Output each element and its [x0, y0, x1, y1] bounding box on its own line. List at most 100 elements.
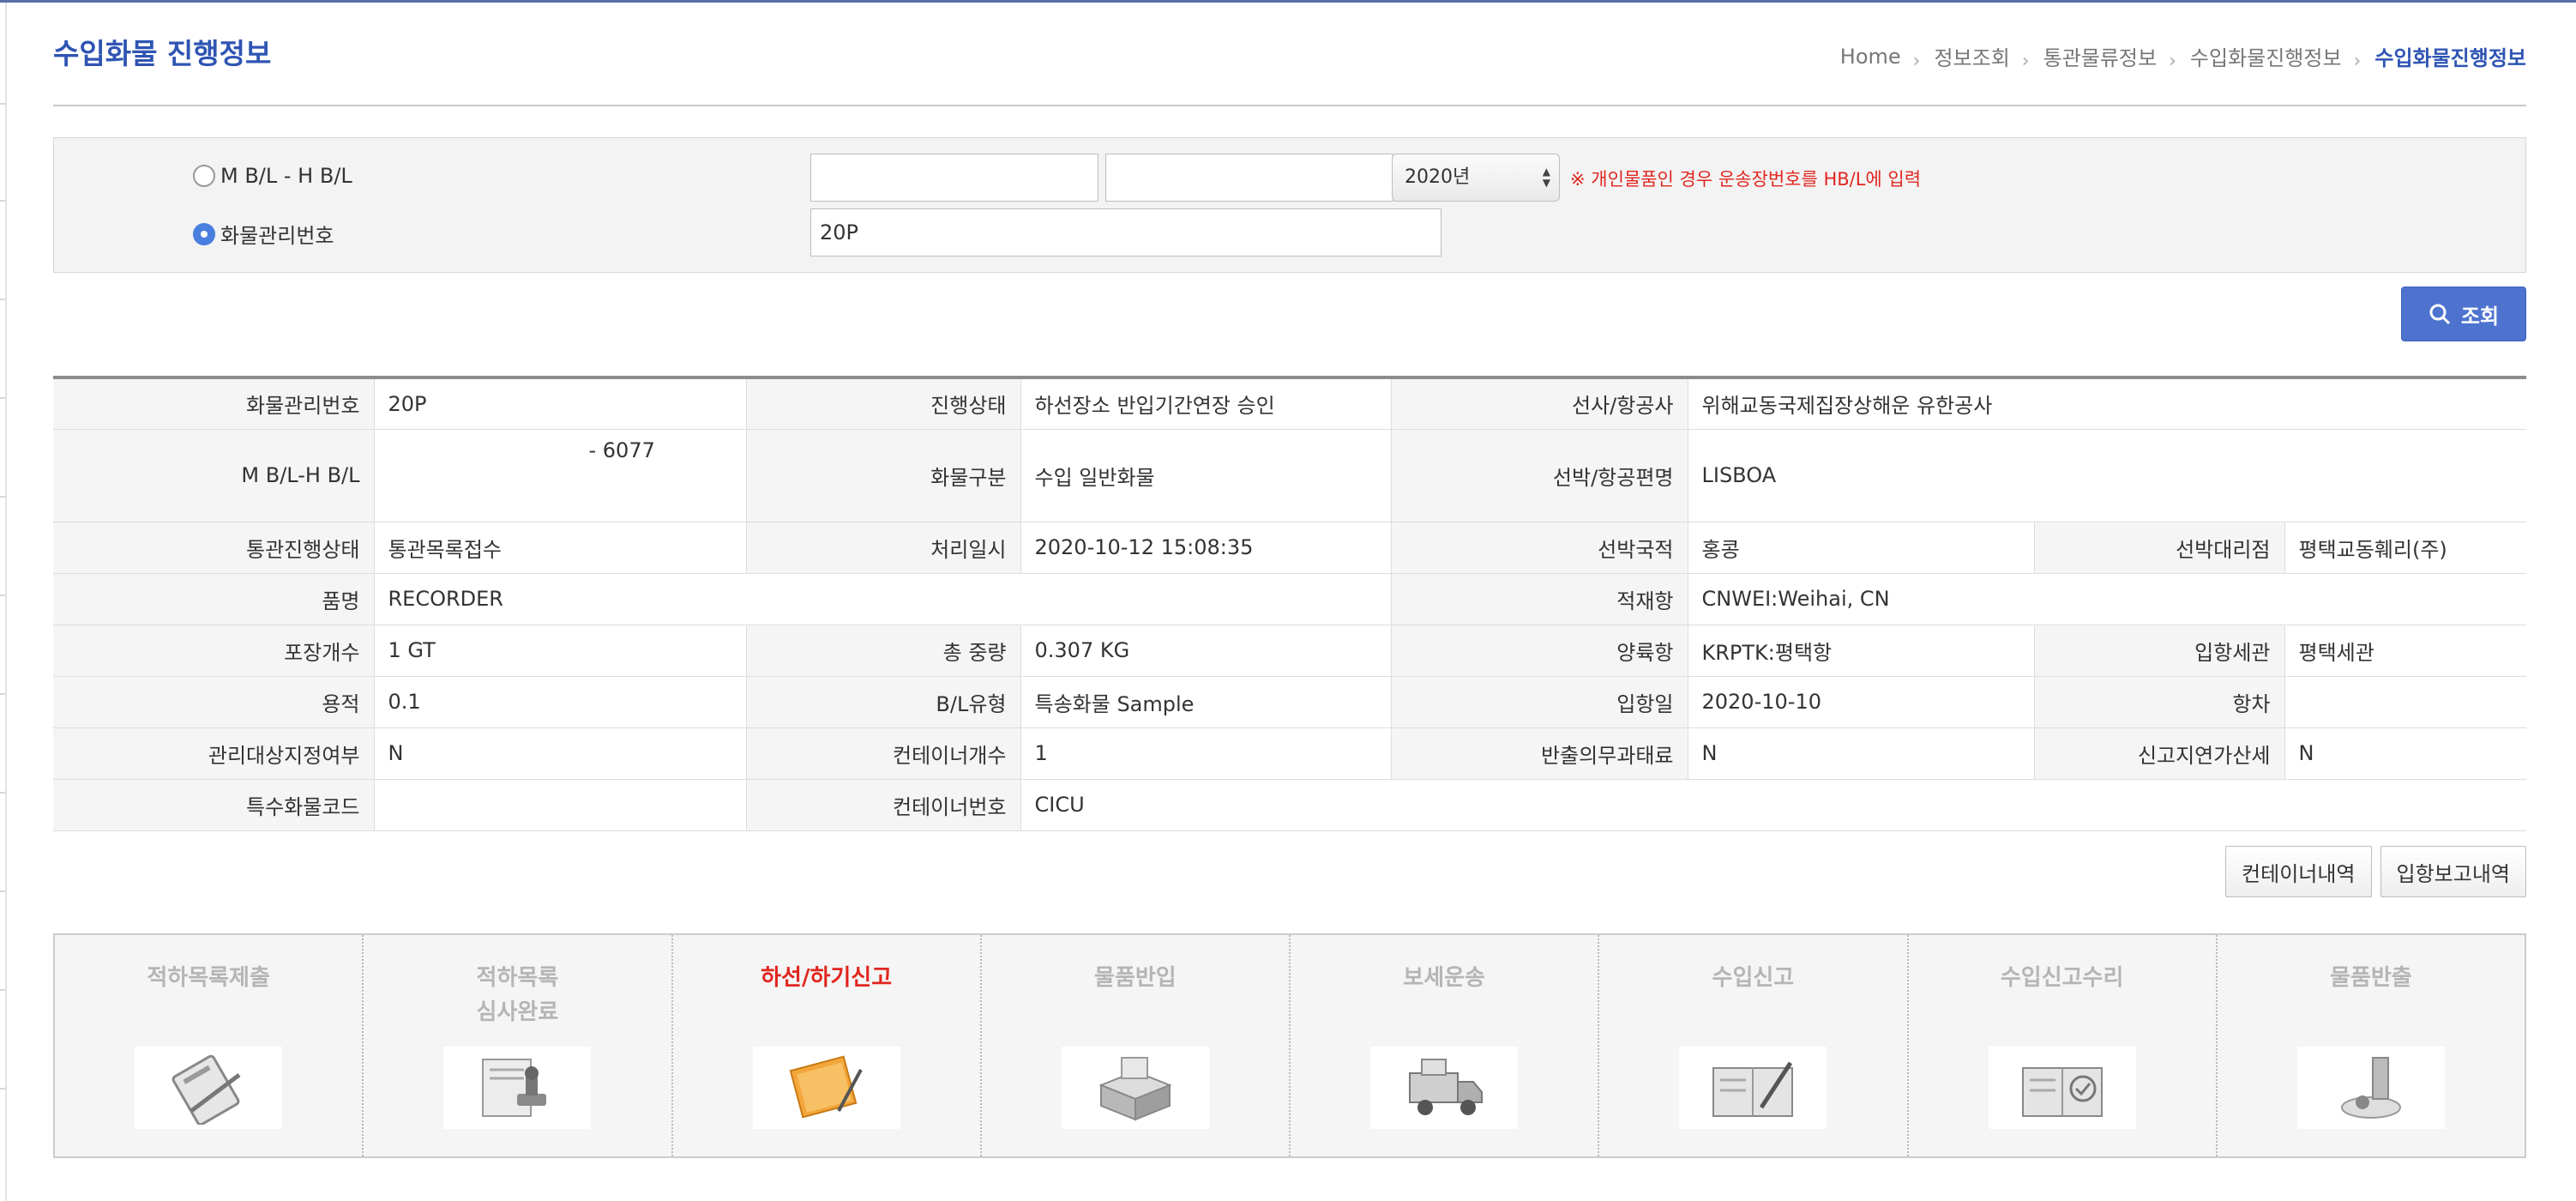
late-tax-label: 신고지연가산세 — [2034, 727, 2285, 780]
radio-mbl-label: M B/L - H B/L — [220, 164, 352, 188]
document-approve-icon — [1988, 1047, 2136, 1129]
step-label: 수입신고 — [1712, 965, 1795, 991]
status-value: 하선장소 반입기간연장 승인 — [1020, 377, 1392, 430]
hbl-input[interactable] — [1105, 154, 1393, 202]
table-row: 특수화물코드 컨테이너번호 CICU — [53, 779, 2527, 831]
step-goods-import: 물품반입 — [982, 935, 1291, 1156]
customs-status-label: 통관진행상태 — [53, 522, 375, 574]
vessel-country-label: 선박국적 — [1391, 522, 1688, 574]
chevron-right-icon: › — [2353, 51, 2362, 72]
table-row: M B/L-H B/L - 6077 화물구분 수입 일반화물 선박/항공편명 … — [53, 429, 2527, 522]
table-row: 통관진행상태 통관목록접수 처리일시 2020-10-12 15:08:35 선… — [53, 522, 2527, 574]
table-row: 품명 RECORDER 적재항 CNWEI:Weihai, CN — [53, 573, 2527, 625]
table-row: 용적 0.1 B/L유형 특송화물 Sample 입항일 2020-10-10 … — [53, 676, 2527, 728]
breadcrumb: Home › 정보조회 › 통관물류정보 › 수입화물진행정보 › 수입화물진행… — [1840, 41, 2526, 73]
vessel-label: 선박/항공편명 — [1391, 429, 1688, 522]
release-icon — [2296, 1047, 2445, 1129]
unloading-port-value: KRPTK:평택항 — [1688, 625, 2035, 677]
step-label: 물품반출 — [2330, 965, 2412, 991]
search-button[interactable]: 조회 — [2401, 287, 2526, 341]
step-manifest-review: 적하목록 심사완료 — [364, 935, 673, 1156]
voyage-label: 항차 — [2034, 676, 2285, 728]
step-label: 하선/하기신고 — [761, 965, 893, 991]
radio-cargo-no-label: 화물관리번호 — [220, 224, 334, 248]
volume-value: 0.1 — [374, 676, 747, 728]
hbl-notice: ※ 개인물품인 경우 운송장번호를 HB/L에 입력 — [1570, 169, 1922, 190]
container-count-value: 1 — [1020, 727, 1392, 780]
search-button-label: 조회 — [2460, 304, 2500, 329]
vessel-country-value: 홍콩 — [1688, 522, 2035, 574]
radio-option-mbl[interactable]: M B/L - H B/L — [193, 164, 352, 188]
volume-label: 용적 — [53, 676, 375, 728]
packages-label: 포장개수 — [53, 625, 375, 677]
table-row: 화물관리번호 20P 진행상태 하선장소 반입기간연장 승인 선사/항공사 위해… — [53, 377, 2527, 430]
radio-cargo-no[interactable] — [193, 222, 215, 245]
entry-date-label: 입항일 — [1391, 676, 1688, 728]
progress-steps: 적하목록제출 적하목록 심사완료 하선/하기신고 물품반입 보세운송 수입신고 … — [53, 933, 2526, 1158]
agent-label: 선박대리점 — [2034, 522, 2285, 574]
truck-icon — [1370, 1047, 1519, 1129]
container-history-button[interactable]: 컨테이너내역 — [2225, 846, 2372, 897]
folder-pen-icon — [752, 1047, 900, 1129]
document-pen-icon — [1679, 1047, 1827, 1129]
export-fee-value: N — [1688, 727, 2035, 780]
special-code-label: 특수화물코드 — [53, 779, 375, 831]
entry-report-button[interactable]: 입항보고내역 — [2380, 846, 2526, 897]
weight-label: 총 중량 — [746, 625, 1021, 677]
year-select-value: 2020년 — [1405, 166, 1471, 188]
entry-customs-label: 입항세관 — [2034, 625, 2285, 677]
step-goods-release: 물품반출 — [2218, 935, 2525, 1156]
special-code-value — [374, 779, 747, 831]
radio-mbl[interactable] — [193, 165, 215, 187]
mbl-value: - 6077 — [588, 438, 655, 462]
step-manifest-submit: 적하목록제출 — [55, 935, 364, 1156]
search-icon — [2429, 304, 2450, 325]
step-label: 적하목록 심사완료 — [476, 965, 559, 1025]
packages-value: 1 GT — [374, 625, 747, 677]
search-panel: M B/L - H B/L 화물관리번호 2020년 ▲ ▼ ※ 개인물품인 경우… — [53, 137, 2526, 273]
late-tax-value: N — [2284, 727, 2527, 780]
cargo-type-value: 수입 일반화물 — [1020, 429, 1392, 522]
breadcrumb-info-search[interactable]: 정보조회 — [1934, 41, 2009, 71]
breadcrumb-current: 수입화물진행정보 — [2374, 46, 2526, 70]
agent-value: 평택교동훼리(주) — [2284, 522, 2527, 574]
step-label: 수입신고수리 — [2000, 965, 2124, 991]
managed-label: 관리대상지정여부 — [53, 727, 375, 780]
cargo-type-label: 화물구분 — [746, 429, 1021, 522]
page-title: 수입화물 진행정보 — [53, 37, 272, 70]
top-border — [0, 0, 2576, 3]
unloading-port-label: 양륙항 — [1391, 625, 1688, 677]
cargo-info-table: 화물관리번호 20P 진행상태 하선장소 반입기간연장 승인 선사/항공사 위해… — [53, 376, 2527, 831]
step-unloading-report: 하선/하기신고 — [673, 935, 982, 1156]
table-row: 관리대상지정여부 N 컨테이너개수 1 반출의무과태료 N 신고지연가산세 N — [53, 727, 2527, 780]
select-arrows-icon: ▲ ▼ — [1542, 166, 1550, 189]
vessel-value: LISBOA — [1688, 429, 2527, 522]
cargo-no-input[interactable]: 20P — [810, 208, 1441, 256]
table-row: 포장개수 1 GT 총 중량 0.307 KG 양륙항 KRPTK:평택항 입항… — [53, 625, 2527, 677]
breadcrumb-import-cargo[interactable]: 수입화물진행정보 — [2190, 41, 2342, 71]
mbl-label: M B/L-H B/L — [53, 429, 375, 522]
loading-port-value: CNWEI:Weihai, CN — [1688, 573, 2527, 625]
bl-type-label: B/L유형 — [746, 676, 1021, 728]
step-declaration-accepted: 수입신고수리 — [1909, 935, 2218, 1156]
year-select[interactable]: 2020년 ▲ ▼ — [1392, 154, 1560, 202]
item-value: RECORDER — [374, 573, 1392, 625]
step-import-declaration: 수입신고 — [1599, 935, 1909, 1156]
breadcrumb-customs-logistics[interactable]: 통관물류정보 — [2043, 41, 2157, 71]
processed-label: 처리일시 — [746, 522, 1021, 574]
processed-value: 2020-10-12 15:08:35 — [1020, 522, 1392, 574]
loading-port-label: 적재항 — [1391, 573, 1688, 625]
carrier-value: 위해교동국제집장상해운 유한공사 — [1688, 377, 2527, 430]
chevron-right-icon: › — [1912, 51, 1921, 72]
step-label: 적하목록제출 — [147, 965, 270, 991]
status-label: 진행상태 — [746, 377, 1021, 430]
cargo-no-label: 화물관리번호 — [53, 377, 375, 430]
mbl-input[interactable] — [810, 154, 1098, 202]
boxes-icon — [1061, 1047, 1209, 1129]
mbl-value-cell: - 6077 — [374, 429, 747, 522]
radio-option-cargo-no[interactable]: 화물관리번호 — [193, 219, 334, 249]
clipboard-icon — [135, 1047, 283, 1129]
step-label: 보세운송 — [1403, 965, 1485, 991]
container-count-label: 컨테이너개수 — [746, 727, 1021, 780]
breadcrumb-home[interactable]: Home — [1840, 45, 1901, 69]
